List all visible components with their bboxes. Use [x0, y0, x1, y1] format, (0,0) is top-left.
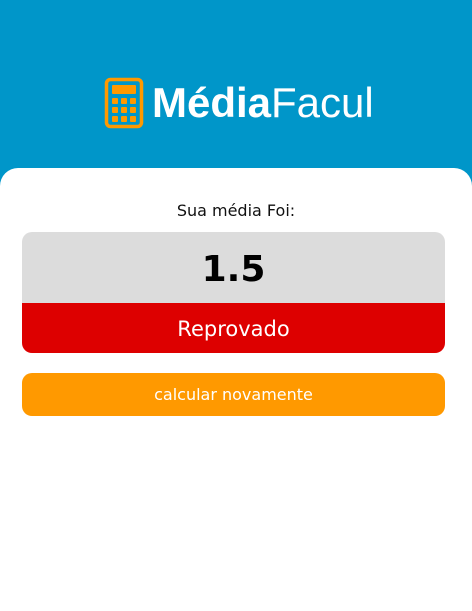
calculator-icon [104, 77, 144, 129]
result-label: Sua média Foi: [176, 201, 296, 220]
brand-name-strong: Média [152, 79, 272, 126]
brand-name: MédiaFacul [152, 77, 374, 129]
brand-logo: MédiaFacul [104, 77, 374, 129]
result-box: 1.5 Reprovado [22, 232, 445, 353]
average-value: 1.5 [22, 232, 445, 303]
result-card: Sua média Foi: 1.5 Reprovado calcular no… [0, 168, 472, 611]
app-header: MédiaFacul [0, 0, 472, 180]
status-badge: Reprovado [22, 303, 445, 353]
recalculate-button[interactable]: calcular novamente [22, 373, 445, 416]
brand-name-light: Facul [271, 79, 374, 126]
